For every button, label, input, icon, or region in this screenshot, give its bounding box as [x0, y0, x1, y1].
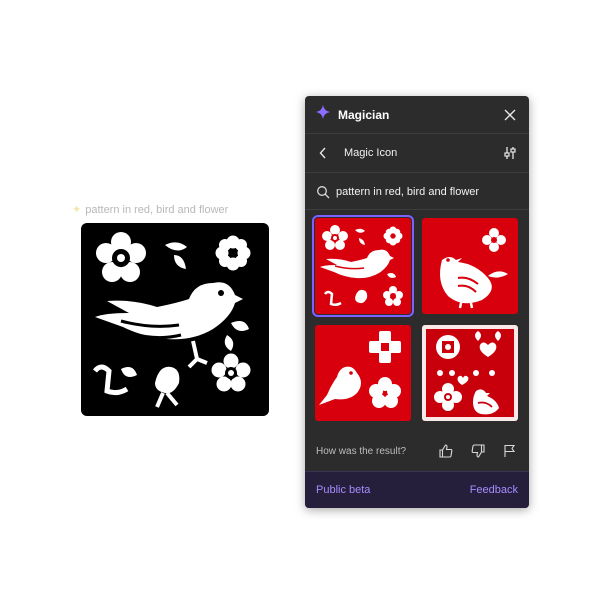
panel-footer: Public beta Feedback [305, 471, 529, 508]
result-3-artwork [315, 325, 411, 421]
result-4-artwork [422, 325, 518, 421]
search-icon [316, 185, 330, 199]
chevron-left-icon[interactable] [316, 146, 330, 160]
canvas-prompt-caption: ✦ pattern in red, bird and flower [72, 203, 229, 217]
adjust-settings-icon[interactable] [502, 145, 518, 161]
subheader-label: Magic Icon [344, 147, 398, 159]
panel-header: Magician [305, 96, 529, 134]
large-flower-shape [96, 232, 146, 282]
feedback-question: How was the result? [316, 445, 407, 457]
feedback-link[interactable]: Feedback [470, 484, 518, 496]
bird-shape [95, 282, 243, 369]
magician-panel: Magician Magic Icon pattern in red, bird… [305, 96, 529, 508]
result-thumbnail-3[interactable] [315, 325, 411, 421]
result-thumbnail-2[interactable] [422, 218, 518, 314]
result-thumbnail-1[interactable] [312, 215, 414, 317]
panel-title: Magician [338, 107, 390, 122]
flag-icon[interactable] [502, 443, 518, 459]
search-input[interactable] [336, 186, 516, 198]
magician-sparkle-icon [316, 105, 330, 124]
search-bar [305, 175, 529, 210]
result-thumbnail-4[interactable] [422, 325, 518, 421]
thumbs-down-icon[interactable] [470, 443, 486, 459]
sparkle-icon: ✦ [72, 204, 82, 216]
feedback-row: How was the result? [305, 436, 529, 466]
thumbs-up-icon[interactable] [438, 443, 454, 459]
public-beta-link[interactable]: Public beta [316, 484, 370, 496]
subheader: Magic Icon [305, 134, 529, 173]
result-2-artwork [422, 218, 518, 314]
prompt-caption-text: pattern in red, bird and flower [85, 203, 229, 216]
result-1-artwork [315, 218, 411, 314]
bird-flower-artwork [93, 232, 251, 408]
close-icon[interactable] [502, 107, 518, 123]
generated-icon-preview[interactable] [81, 223, 269, 416]
